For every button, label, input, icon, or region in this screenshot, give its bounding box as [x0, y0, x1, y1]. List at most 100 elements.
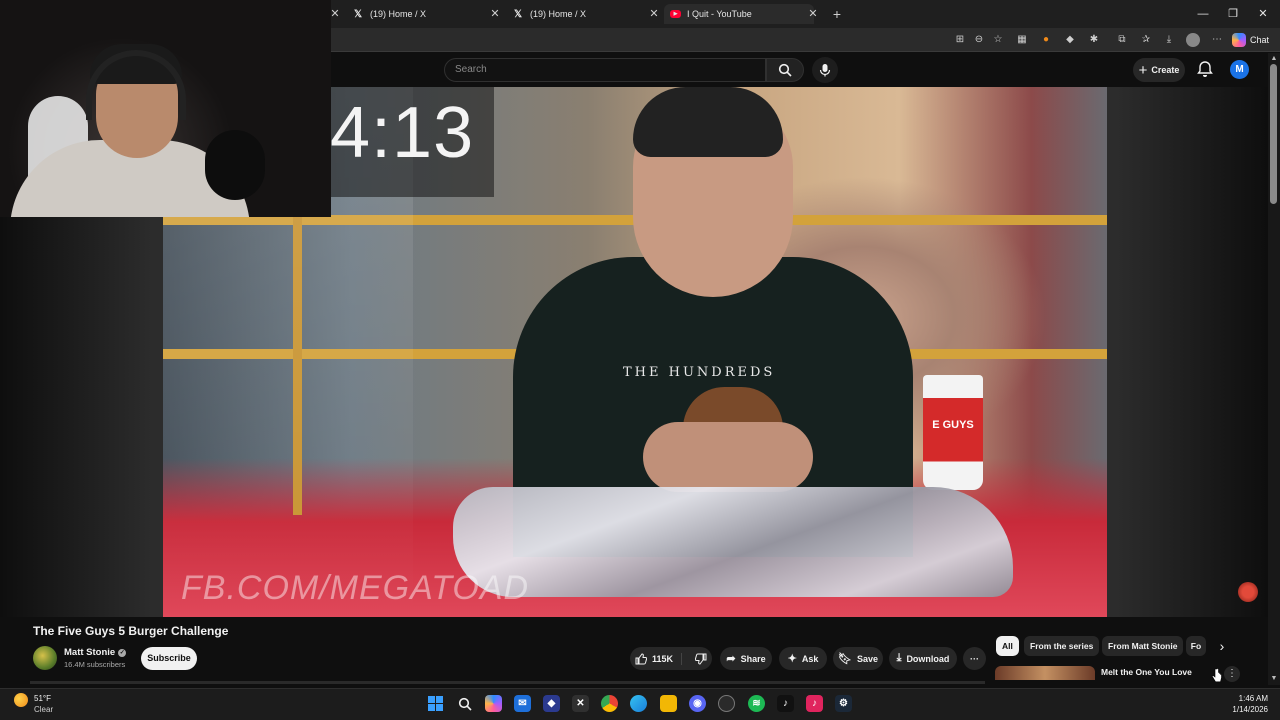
- mail-app-icon[interactable]: ✉: [514, 695, 531, 712]
- taskbar-clock-date[interactable]: 1/14/2026: [1220, 705, 1268, 714]
- restore-button[interactable]: ❐: [1218, 4, 1248, 24]
- tab-label: I Quit - YouTube: [687, 9, 752, 19]
- chrome-app-icon[interactable]: [601, 695, 618, 712]
- search-icon: [778, 63, 792, 77]
- x-logo-icon: 𝕏: [513, 8, 523, 20]
- tab-x-home-1[interactable]: 𝕏 (19) Home / X: [346, 4, 496, 24]
- xbox-app-icon[interactable]: ✕: [572, 695, 589, 712]
- person-hands: [643, 422, 813, 492]
- plus-icon: +: [1138, 61, 1148, 79]
- download-icon[interactable]: ⤓: [1162, 33, 1176, 47]
- more-menu-icon[interactable]: ⋯: [1210, 33, 1224, 47]
- create-button[interactable]: + Create: [1133, 58, 1185, 82]
- dislike-button[interactable]: [687, 653, 707, 665]
- tab-label: (19) Home / X: [530, 9, 587, 19]
- more-actions-button[interactable]: ···: [963, 647, 986, 670]
- like-button[interactable]: 115K: [635, 652, 683, 665]
- subscribe-button[interactable]: Subscribe: [141, 647, 197, 670]
- person-cap: [633, 87, 783, 157]
- chat-label: Chat: [1250, 35, 1270, 45]
- challenge-timer: 4:13: [330, 93, 475, 173]
- description-divider: [30, 681, 985, 684]
- microphone-icon: [819, 64, 831, 77]
- video-watermark: FB.COM/MEGATOAD: [181, 569, 530, 607]
- search-button[interactable]: [766, 58, 804, 82]
- close-tab-icon[interactable]: ✕: [806, 7, 820, 21]
- taskbar-search-icon[interactable]: [456, 695, 473, 712]
- edge-app-icon[interactable]: [630, 695, 647, 712]
- split-screen-icon[interactable]: ⊞: [953, 33, 967, 47]
- minimize-button[interactable]: —: [1188, 4, 1218, 24]
- chip-from-matt-stonie[interactable]: From Matt Stonie: [1102, 636, 1184, 656]
- video-title: The Five Guys 5 Burger Challenge: [33, 624, 229, 638]
- app-icon[interactable]: ♪: [806, 695, 823, 712]
- close-tab-icon[interactable]: ✕: [488, 7, 502, 21]
- chip-from-the-series[interactable]: From the series: [1024, 636, 1100, 656]
- discord-app-icon[interactable]: ◉: [689, 695, 706, 712]
- weather-moon-icon[interactable]: [14, 693, 28, 707]
- share-label: Share: [740, 653, 766, 664]
- microphone: [205, 130, 265, 200]
- extension-badge-icon[interactable]: [1238, 582, 1258, 602]
- shirt-print-text: THE HUNDREDS: [623, 365, 776, 380]
- scroll-up-arrow-icon[interactable]: ▲: [1268, 54, 1280, 64]
- recommendation-thumbnail[interactable]: [995, 666, 1095, 680]
- ask-label: Ask: [801, 653, 819, 664]
- copilot-app-icon[interactable]: [485, 695, 502, 712]
- recommendation-title[interactable]: Melt the One You Love with LINDOR this V…: [1101, 667, 1211, 680]
- bookmark-icon: 🔖︎: [838, 653, 852, 665]
- scrollbar-thumb[interactable]: [1270, 64, 1277, 204]
- windows-start-icon[interactable]: [427, 695, 444, 712]
- x-logo-icon: 𝕏: [353, 8, 363, 20]
- close-window-button[interactable]: ✕: [1248, 4, 1278, 24]
- save-button[interactable]: 🔖︎ Save: [833, 647, 883, 670]
- taskbar-clock-time[interactable]: 1:46 AM: [1226, 694, 1268, 703]
- chip-all[interactable]: All: [996, 636, 1019, 656]
- search-input[interactable]: Search: [444, 58, 766, 82]
- channel-avatar[interactable]: [33, 646, 57, 670]
- profile-avatar-icon[interactable]: [1186, 33, 1200, 47]
- drink-cup: [923, 375, 983, 490]
- chip-truncated[interactable]: Fo: [1186, 636, 1206, 656]
- app-icon[interactable]: ◆: [543, 695, 560, 712]
- zoom-icon[interactable]: ⊖: [972, 33, 986, 47]
- tab-x-home-2[interactable]: 𝕏 (19) Home / X: [506, 4, 656, 24]
- extensions-puzzle-icon[interactable]: ✱: [1087, 33, 1101, 47]
- channel-name-text: Matt Stonie: [64, 647, 116, 658]
- cup-logo-text: E GUYS: [932, 419, 974, 431]
- close-tab-icon[interactable]: ✕: [647, 7, 661, 21]
- thumbs-down-icon: [695, 653, 707, 665]
- download-label: Download: [906, 653, 950, 664]
- chips-next-arrow-icon[interactable]: ›: [1214, 638, 1230, 654]
- favorites-icon[interactable]: ✰: [1139, 33, 1153, 47]
- file-explorer-icon[interactable]: [660, 695, 677, 712]
- like-count: 115K: [651, 653, 674, 664]
- scroll-down-arrow-icon[interactable]: ▼: [1268, 674, 1280, 684]
- spotify-app-icon[interactable]: ≋: [748, 695, 765, 712]
- steam-like-app-icon[interactable]: [718, 695, 735, 712]
- extension-icon[interactable]: ◆: [1063, 33, 1077, 47]
- recommendation-menu-icon[interactable]: ⋮: [1224, 666, 1240, 682]
- tab-youtube-active[interactable]: ▶ I Quit - YouTube: [664, 4, 814, 24]
- ask-button[interactable]: ✦ Ask: [779, 647, 827, 670]
- streamer-webcam: [0, 0, 331, 217]
- share-button[interactable]: ➦ Share: [720, 647, 772, 670]
- weather-condition[interactable]: Clear: [34, 705, 53, 714]
- mouse-cursor-icon: [1212, 668, 1222, 683]
- new-tab-button[interactable]: +: [830, 7, 844, 21]
- extension-icon[interactable]: ▦: [1015, 33, 1029, 47]
- account-avatar[interactable]: M: [1230, 60, 1249, 79]
- extension-icon[interactable]: ●: [1039, 33, 1053, 47]
- copilot-chat-button[interactable]: Chat: [1232, 32, 1269, 48]
- split-tab-icon[interactable]: ⧉: [1115, 33, 1129, 47]
- tiktok-app-icon[interactable]: ♪: [777, 695, 794, 712]
- save-label: Save: [856, 653, 878, 664]
- download-button[interactable]: ⤓ Download: [889, 647, 957, 670]
- channel-name[interactable]: Matt Stonie ✓: [64, 647, 127, 658]
- favorite-star-icon[interactable]: ☆: [991, 33, 1005, 47]
- thumbs-up-icon: [635, 652, 647, 664]
- steam-app-icon[interactable]: ⚙: [835, 695, 852, 712]
- voice-search-button[interactable]: [812, 57, 838, 83]
- notifications-bell-icon[interactable]: [1196, 60, 1214, 78]
- weather-temperature[interactable]: 51°F: [34, 694, 51, 703]
